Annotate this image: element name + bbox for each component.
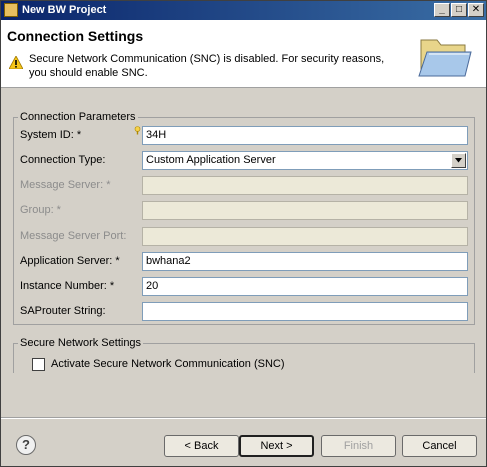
saprouter-string-input[interactable] <box>142 302 468 321</box>
group-label: Group: * <box>20 204 61 216</box>
message-server-port-input <box>142 227 468 246</box>
wizard-header: Connection Settings Secure Network Commu… <box>1 20 486 88</box>
minimize-icon[interactable]: _ <box>434 3 450 17</box>
title-bar: New BW Project _ □ ✕ <box>1 1 486 20</box>
folder-icon <box>418 39 472 77</box>
connection-type-label: Connection Type: <box>20 154 106 166</box>
saprouter-string-label: SAProuter String: <box>20 305 106 317</box>
app-icon <box>4 3 18 17</box>
close-icon[interactable]: ✕ <box>468 3 484 17</box>
snc-warning-message: Secure Network Communication (SNC) is di… <box>29 53 385 79</box>
application-server-input[interactable]: bwhana2 <box>142 252 468 271</box>
chevron-down-icon[interactable] <box>451 153 466 168</box>
window-title: New BW Project <box>22 4 107 16</box>
secure-network-settings-legend: Secure Network Settings <box>20 337 142 349</box>
maximize-icon[interactable]: □ <box>451 3 467 17</box>
instance-number-label: Instance Number: * <box>20 280 115 292</box>
message-server-input <box>142 176 468 195</box>
content-assist-hint-icon <box>134 126 141 135</box>
message-server-label: Message Server: * <box>20 179 111 191</box>
help-button[interactable]: ? <box>16 435 36 455</box>
system-id-label: System ID: * <box>20 129 82 141</box>
next-button[interactable]: Next > <box>239 435 314 457</box>
instance-number-input[interactable]: 20 <box>142 277 468 296</box>
message-server-port-label: Message Server Port: <box>20 230 127 242</box>
application-server-label: Application Server: * <box>20 255 120 267</box>
system-id-input[interactable]: 34H <box>142 126 468 145</box>
cancel-button[interactable]: Cancel <box>402 435 477 457</box>
page-title: Connection Settings <box>7 28 144 44</box>
activate-snc-checkbox[interactable] <box>32 358 45 371</box>
group-input <box>142 201 468 220</box>
footer-separator <box>1 417 486 419</box>
warning-icon <box>9 56 23 69</box>
connection-type-value: Custom Application Server <box>146 154 276 166</box>
new-bw-project-dialog: New BW Project _ □ ✕ Connection Settings… <box>0 0 487 467</box>
back-button[interactable]: < Back <box>164 435 239 457</box>
connection-parameters-legend: Connection Parameters <box>20 111 136 123</box>
activate-snc-label[interactable]: Activate Secure Network Communication (S… <box>51 358 285 370</box>
finish-button: Finish <box>321 435 396 457</box>
connection-type-select[interactable]: Custom Application Server <box>142 151 468 170</box>
